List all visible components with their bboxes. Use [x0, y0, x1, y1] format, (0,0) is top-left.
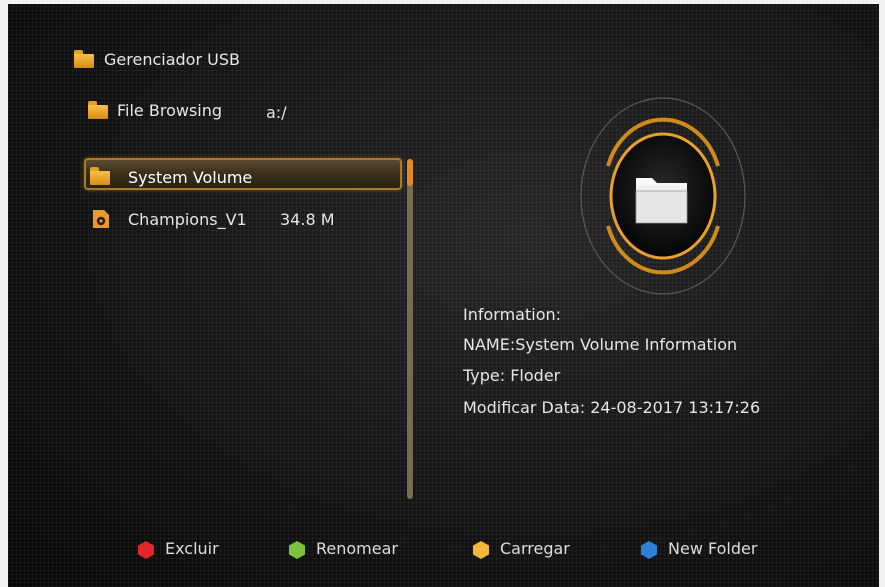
info-modified-date: Modificar Data: 24-08-2017 13:17:26	[463, 398, 761, 417]
file-name: Champions_V1	[128, 210, 247, 229]
scrollbar-track[interactable]	[407, 159, 413, 499]
file-name: System Volume	[128, 168, 253, 187]
yellow-key-icon	[473, 541, 489, 559]
file-browsing-label: File Browsing	[117, 101, 223, 120]
scrollbar-thumb[interactable]	[407, 159, 413, 186]
folder-icon	[90, 167, 110, 185]
media-file-icon	[92, 209, 110, 229]
current-path: a:/	[266, 103, 287, 122]
large-folder-icon	[578, 96, 748, 296]
green-key-icon	[289, 541, 305, 559]
info-name: NAME:System Volume Information	[463, 335, 738, 354]
header-folder-icon	[74, 50, 94, 68]
blue-key-icon	[641, 541, 657, 559]
delete-button[interactable]: Excluir	[138, 538, 248, 562]
list-item[interactable]: System Volume	[90, 164, 400, 190]
load-button[interactable]: Carregar	[473, 538, 593, 562]
browse-folder-icon	[88, 101, 108, 119]
file-size: 34.8 M	[280, 210, 335, 229]
info-heading: Information:	[463, 305, 562, 324]
page-title: Gerenciador USB	[104, 50, 240, 69]
list-item[interactable]: Champions_V1 34.8 M	[90, 206, 400, 232]
info-type: Type: Floder	[463, 366, 561, 385]
usb-manager-screen: Gerenciador USB File Browsing a:/ System…	[8, 4, 879, 587]
rename-button[interactable]: Renomear	[289, 538, 419, 562]
new-folder-button[interactable]: New Folder	[641, 538, 781, 562]
red-key-icon	[138, 541, 154, 559]
